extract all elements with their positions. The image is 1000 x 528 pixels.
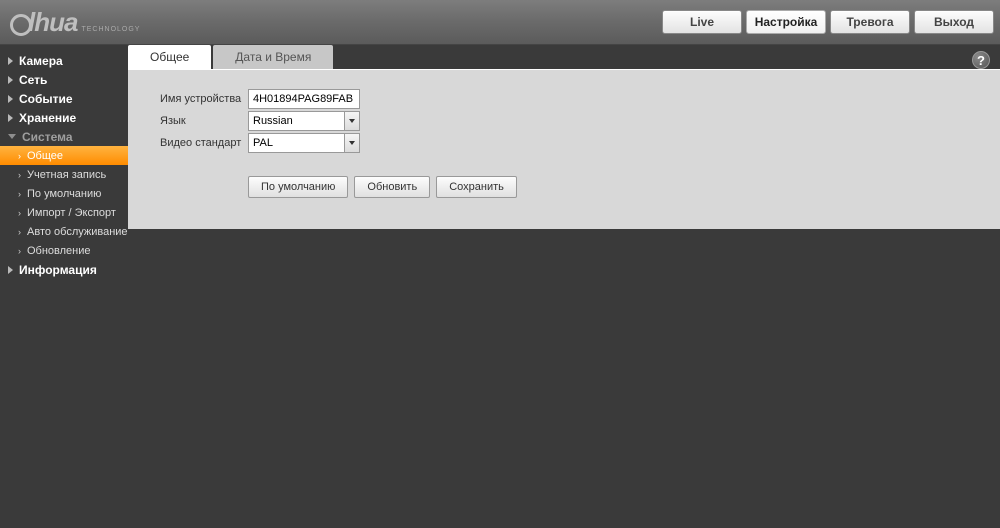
sidebar-sub-label: Общее bbox=[27, 150, 63, 162]
nav-logout-button[interactable]: Выход bbox=[914, 10, 994, 34]
chevron-down-icon bbox=[8, 134, 16, 139]
chevron-right-icon bbox=[8, 57, 13, 65]
sidebar-label: Сеть bbox=[19, 73, 47, 87]
main-area: Общее Дата и Время ? Имя устройства Язык… bbox=[128, 45, 1000, 528]
sidebar-sub-label: Авто обслуживание bbox=[27, 226, 128, 238]
chevron-right-icon: › bbox=[18, 189, 21, 199]
sidebar-item-camera[interactable]: Камера bbox=[0, 51, 128, 70]
chevron-right-icon: › bbox=[18, 208, 21, 218]
sidebar-sub-upgrade[interactable]: › Обновление bbox=[0, 241, 128, 260]
logo-subtext: TECHNOLOGY bbox=[81, 26, 140, 33]
language-select[interactable] bbox=[248, 111, 360, 131]
row-device-name: Имя устройства bbox=[160, 88, 1000, 110]
device-name-label: Имя устройства bbox=[160, 93, 248, 105]
sidebar-item-system[interactable]: Система bbox=[0, 127, 128, 146]
sidebar-item-event[interactable]: Событие bbox=[0, 89, 128, 108]
refresh-button[interactable]: Обновить bbox=[354, 176, 430, 198]
sidebar-sub-account[interactable]: › Учетная запись bbox=[0, 165, 128, 184]
language-label: Язык bbox=[160, 115, 248, 127]
brand-logo: lhua TECHNOLOGY bbox=[10, 7, 140, 38]
video-standard-select[interactable] bbox=[248, 133, 360, 153]
sidebar-item-information[interactable]: Информация bbox=[0, 260, 128, 279]
nav-settings-button[interactable]: Настройка bbox=[746, 10, 826, 34]
sidebar-label: Система bbox=[22, 130, 73, 144]
help-icon[interactable]: ? bbox=[972, 51, 990, 69]
sidebar-sub-auto-maintain[interactable]: › Авто обслуживание bbox=[0, 222, 128, 241]
chevron-right-icon bbox=[8, 76, 13, 84]
sidebar: Камера Сеть Событие Хранение Система › О… bbox=[0, 45, 128, 528]
save-button[interactable]: Сохранить bbox=[436, 176, 517, 198]
chevron-right-icon: › bbox=[18, 246, 21, 256]
sidebar-sub-label: По умолчанию bbox=[27, 188, 101, 200]
default-button[interactable]: По умолчанию bbox=[248, 176, 348, 198]
chevron-right-icon: › bbox=[18, 227, 21, 237]
chevron-right-icon: › bbox=[18, 170, 21, 180]
sidebar-sub-label: Учетная запись bbox=[27, 169, 106, 181]
tab-general[interactable]: Общее bbox=[128, 45, 211, 69]
row-language: Язык bbox=[160, 110, 1000, 132]
tab-strip: Общее Дата и Время ? bbox=[128, 45, 1000, 69]
chevron-right-icon bbox=[8, 114, 13, 122]
sidebar-label: Хранение bbox=[19, 111, 76, 125]
action-buttons: По умолчанию Обновить Сохранить bbox=[248, 176, 1000, 198]
chevron-right-icon bbox=[8, 95, 13, 103]
sidebar-sub-import-export[interactable]: › Импорт / Экспорт bbox=[0, 203, 128, 222]
nav-live-button[interactable]: Live bbox=[662, 10, 742, 34]
general-panel: Имя устройства Язык Видео стандарт По ум… bbox=[128, 69, 1000, 229]
sidebar-label: Камера bbox=[19, 54, 63, 68]
tab-datetime[interactable]: Дата и Время bbox=[213, 45, 333, 69]
sidebar-sub-default[interactable]: › По умолчанию bbox=[0, 184, 128, 203]
sidebar-label: Событие bbox=[19, 92, 73, 106]
sidebar-label: Информация bbox=[19, 263, 97, 277]
top-nav: Live Настройка Тревога Выход bbox=[662, 10, 994, 34]
sidebar-sub-general[interactable]: › Общее bbox=[0, 146, 128, 165]
chevron-right-icon bbox=[8, 266, 13, 274]
header-bar: lhua TECHNOLOGY Live Настройка Тревога В… bbox=[0, 0, 1000, 45]
sidebar-item-storage[interactable]: Хранение bbox=[0, 108, 128, 127]
sidebar-item-network[interactable]: Сеть bbox=[0, 70, 128, 89]
chevron-right-icon: › bbox=[18, 151, 21, 161]
nav-alarm-button[interactable]: Тревога bbox=[830, 10, 910, 34]
device-name-input[interactable] bbox=[248, 89, 360, 109]
row-video-standard: Видео стандарт bbox=[160, 132, 1000, 154]
logo-symbol-icon bbox=[10, 14, 32, 36]
logo-main: lhua bbox=[10, 7, 77, 38]
sidebar-sub-label: Импорт / Экспорт bbox=[27, 207, 116, 219]
sidebar-sub-label: Обновление bbox=[27, 245, 91, 257]
video-standard-label: Видео стандарт bbox=[160, 137, 248, 149]
